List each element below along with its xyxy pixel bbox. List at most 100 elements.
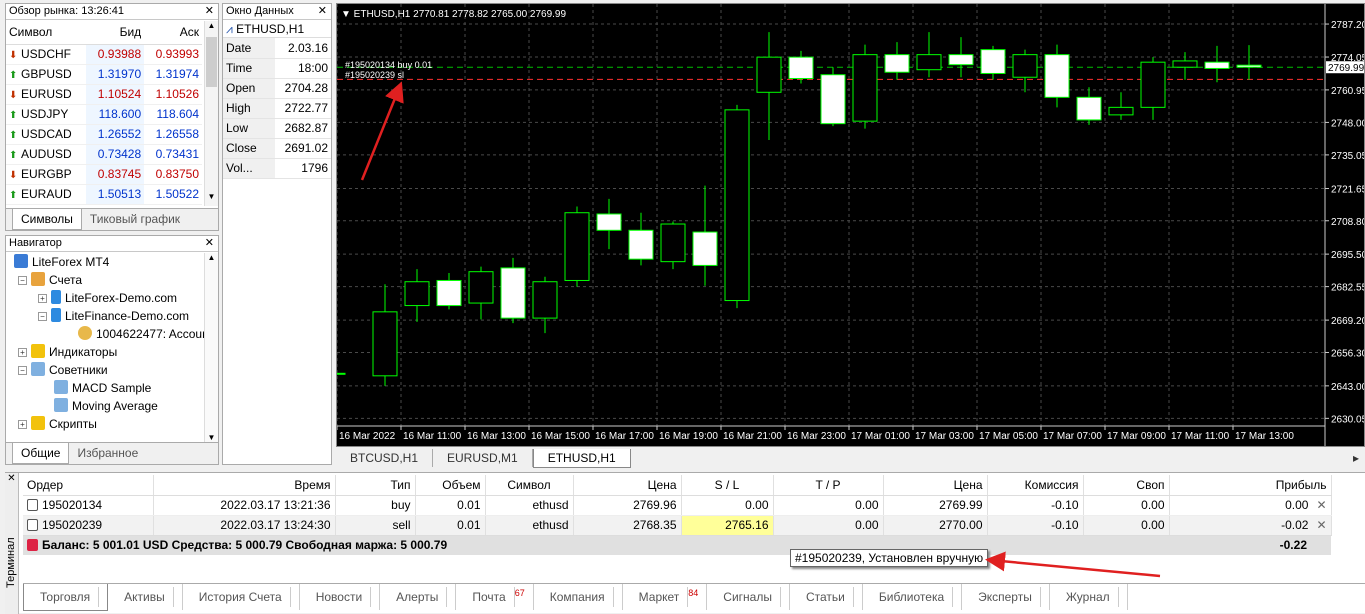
table-row[interactable]: ⬆ USDJPY 118.600 118.604 — [6, 104, 202, 125]
order-label[interactable]: #195020134 buy 0.01 — [345, 60, 432, 70]
terminal-tab[interactable]: Библиотека — [863, 584, 963, 610]
terminal-tab[interactable]: Торговля — [23, 584, 109, 611]
col-ask[interactable]: Аск — [144, 20, 202, 45]
column-header[interactable]: T / P — [773, 475, 884, 496]
terminal-tab[interactable]: Эксперты — [962, 584, 1050, 610]
column-header[interactable]: Цена — [883, 475, 988, 496]
candle-body[interactable] — [1204, 61, 1230, 69]
column-header[interactable]: Ордер — [23, 475, 154, 496]
col-symbol[interactable]: Символ — [6, 20, 87, 45]
candle-body[interactable] — [724, 109, 750, 302]
terminal-close-icon[interactable]: ✕ — [5, 473, 18, 484]
candle-body[interactable] — [948, 54, 974, 66]
tab-favorites[interactable]: Избранное — [69, 443, 146, 463]
navigator-scrollbar[interactable]: ▲ ▼ — [204, 253, 218, 442]
candle-body[interactable] — [532, 281, 558, 319]
candle-body[interactable] — [436, 279, 462, 307]
scroll-down-icon[interactable]: ▼ — [205, 433, 218, 442]
terminal-tab[interactable]: Компания — [534, 584, 623, 610]
tab-general[interactable]: Общие — [12, 443, 70, 464]
chart-tabs-scroll-icon[interactable]: ▸ — [1347, 449, 1365, 467]
nav-server-liteforex[interactable]: + LiteForex-Demo.com — [38, 289, 177, 307]
scroll-up-icon[interactable]: ▲ — [205, 253, 218, 262]
candle-body[interactable] — [692, 231, 718, 266]
table-row[interactable]: ⬆ USDCAD 1.26552 1.26558 — [6, 124, 202, 145]
col-bid[interactable]: Бид — [86, 20, 145, 45]
candle-body[interactable] — [980, 49, 1006, 74]
plus-icon[interactable]: + — [18, 348, 27, 357]
terminal-tab[interactable]: Алерты — [380, 584, 457, 610]
terminal-tab[interactable]: Маркет 84 — [623, 584, 708, 610]
column-header[interactable]: Символ — [485, 475, 574, 496]
nav-experts[interactable]: − Советники — [18, 361, 108, 379]
chart-tab[interactable]: BTCUSD,H1 — [336, 449, 434, 467]
column-header[interactable]: Цена — [573, 475, 682, 496]
tab-tick-chart[interactable]: Тиковый график — [82, 209, 188, 229]
candle-body[interactable] — [916, 54, 942, 71]
scroll-down-icon[interactable]: ▼ — [205, 192, 218, 206]
column-header[interactable]: Комиссия — [987, 475, 1084, 496]
minus-icon[interactable]: − — [18, 276, 27, 285]
candle-body[interactable] — [660, 223, 686, 263]
table-row[interactable]: 195020134 2022.03.17 13:21:36 buy 0.01 ethus… — [23, 495, 1332, 516]
chart-canvas[interactable]: 2787.202774.052760.952748.002735.052721.… — [320, 4, 1365, 446]
column-header[interactable]: Своп — [1083, 475, 1170, 496]
candle-body[interactable] — [1140, 61, 1166, 108]
nav-server-litefinance[interactable]: − LiteFinance-Demo.com — [38, 307, 189, 325]
table-row[interactable]: ⬆ AUDUSD 0.73428 0.73431 — [6, 144, 202, 165]
terminal-tab[interactable]: Новости — [300, 584, 381, 610]
nav-expert-ma[interactable]: Moving Average — [54, 397, 158, 415]
column-header[interactable]: Объем — [415, 475, 486, 496]
candle-body[interactable] — [628, 229, 654, 260]
column-header[interactable]: S / L — [681, 475, 774, 496]
candle-body[interactable] — [820, 74, 846, 125]
chart-tab[interactable]: ETHUSD,H1 — [532, 449, 631, 468]
terminal-tab[interactable]: Активы — [108, 584, 183, 610]
scroll-up-icon[interactable]: ▲ — [205, 21, 218, 35]
table-row[interactable]: ⬇ EURGBP 0.83745 0.83750 — [6, 164, 202, 185]
nav-account[interactable]: 1004622477: Account — [78, 325, 212, 343]
minus-icon[interactable]: − — [18, 366, 27, 375]
table-row[interactable]: ⬆ EURAUD 1.50513 1.50522 — [6, 184, 202, 205]
table-row[interactable]: 195020239 2022.03.17 13:24:30 sell 0.01 ethu… — [23, 515, 1332, 536]
candle-body[interactable] — [372, 311, 398, 377]
terminal-tab[interactable]: Почта 67 — [456, 584, 534, 610]
terminal-tab[interactable]: История Счета — [183, 584, 300, 610]
market-watch-close-icon[interactable]: ✕ — [205, 4, 214, 19]
nav-indicators[interactable]: + Индикаторы — [18, 343, 117, 361]
candle-body[interactable] — [1012, 54, 1038, 78]
nav-broker[interactable]: LiteForex MT4 — [14, 253, 109, 271]
candle-body[interactable] — [596, 213, 622, 231]
close-order-icon[interactable]: ✕ — [1316, 498, 1326, 512]
plus-icon[interactable]: + — [18, 420, 27, 429]
candle-body[interactable] — [788, 56, 814, 79]
candle-body[interactable] — [1236, 64, 1262, 68]
minus-icon[interactable]: − — [38, 312, 47, 321]
navigator-close-icon[interactable]: ✕ — [205, 236, 214, 251]
price-chart[interactable]: 2787.20 2774.05 2760.95 2748.00 2735.05 2721.… — [320, 3, 1365, 447]
column-header[interactable]: Тип — [335, 475, 416, 496]
candle-body[interactable] — [884, 54, 910, 73]
scroll-thumb[interactable] — [206, 37, 217, 87]
terminal-tab[interactable]: Журнал — [1050, 584, 1128, 610]
candle-body[interactable] — [500, 267, 526, 319]
order-label[interactable]: #195020239 sl — [345, 70, 404, 80]
candle-body[interactable] — [852, 54, 878, 122]
tab-symbols[interactable]: Символы — [12, 209, 82, 230]
table-row[interactable]: ⬇ EURUSD 1.10524 1.10526 — [6, 84, 202, 105]
candle-body[interactable] — [756, 56, 782, 93]
terminal-tab[interactable]: Сигналы — [707, 584, 790, 610]
candle-body[interactable] — [404, 281, 430, 307]
candle-body[interactable] — [564, 212, 590, 281]
chart-tab[interactable]: EURUSD,M1 — [433, 449, 533, 467]
nav-scripts[interactable]: + Скрипты — [18, 415, 97, 433]
plus-icon[interactable]: + — [38, 294, 47, 303]
column-header[interactable]: Прибыль — [1169, 475, 1332, 496]
close-order-icon[interactable]: ✕ — [1316, 518, 1326, 532]
column-header[interactable]: Время — [153, 475, 336, 496]
nav-expert-macd[interactable]: MACD Sample — [54, 379, 151, 397]
table-row[interactable]: ⬇ USDCHF 0.93988 0.93993 — [6, 44, 202, 65]
candle-body[interactable] — [1076, 96, 1102, 121]
candle-body[interactable] — [1108, 106, 1134, 116]
candle-body[interactable] — [1172, 60, 1198, 68]
